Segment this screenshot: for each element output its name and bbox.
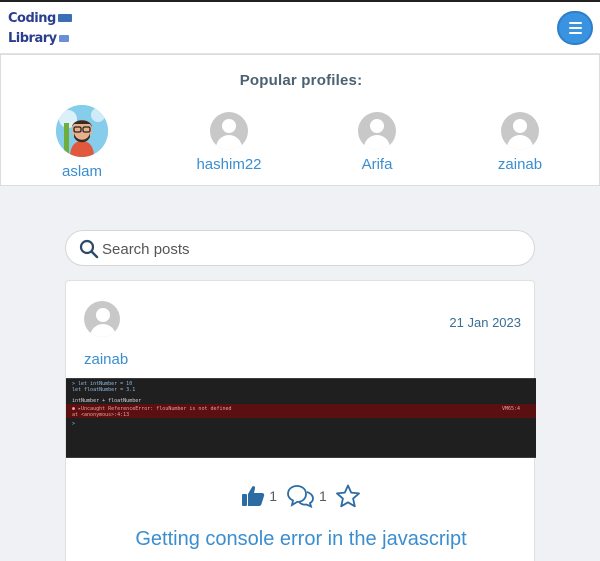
logo-line-coding: Coding	[8, 8, 88, 28]
post-date: 21 Jan 2023	[449, 315, 521, 330]
post-actions: 1 1	[66, 483, 536, 509]
profile-name: zainab	[497, 156, 543, 173]
profile-zainab[interactable]: zainab	[470, 112, 570, 173]
default-avatar-icon	[84, 301, 120, 337]
menu-toggle-button[interactable]	[557, 11, 593, 45]
post-title[interactable]: Getting console error in the javascript	[96, 527, 506, 551]
like-count: 1	[269, 488, 277, 504]
star-icon[interactable]	[335, 484, 361, 508]
site-logo[interactable]: Coding Library	[8, 8, 88, 52]
search-input[interactable]	[102, 237, 502, 261]
default-avatar-icon	[501, 112, 539, 150]
popular-profiles-panel: Popular profiles: aslam hashim22 Arifa z…	[0, 54, 600, 186]
comment-count: 1	[319, 488, 327, 504]
post-screenshot-image[interactable]: > let intNumber = 10 let floatNumber = 3…	[66, 378, 536, 458]
profile-aslam[interactable]: aslam	[32, 105, 132, 180]
thumbs-up-icon[interactable]	[241, 485, 265, 507]
search-icon[interactable]	[79, 239, 99, 259]
books-icon	[58, 34, 69, 42]
profile-name: Arifa	[361, 156, 393, 173]
post-author[interactable]: zainab	[84, 301, 164, 368]
post-author-name: zainab	[84, 351, 129, 368]
profile-name: hashim22	[196, 156, 262, 173]
profile-hashim22[interactable]: hashim22	[179, 112, 279, 173]
logo-line-library: Library	[8, 28, 88, 48]
popular-profiles-title: Popular profiles:	[239, 72, 363, 89]
default-avatar-icon	[358, 112, 396, 150]
profile-name: aslam	[61, 163, 102, 180]
default-avatar-icon	[210, 112, 248, 150]
avatar	[56, 105, 108, 157]
hamburger-icon	[568, 22, 582, 24]
comments-icon[interactable]	[285, 484, 315, 508]
laptop-icon	[57, 14, 72, 22]
search-bar	[65, 230, 535, 266]
profile-arifa[interactable]: Arifa	[327, 112, 427, 173]
navbar: Coding Library	[0, 2, 600, 54]
post-card: zainab 21 Jan 2023 > let intNumber = 10 …	[65, 280, 536, 561]
